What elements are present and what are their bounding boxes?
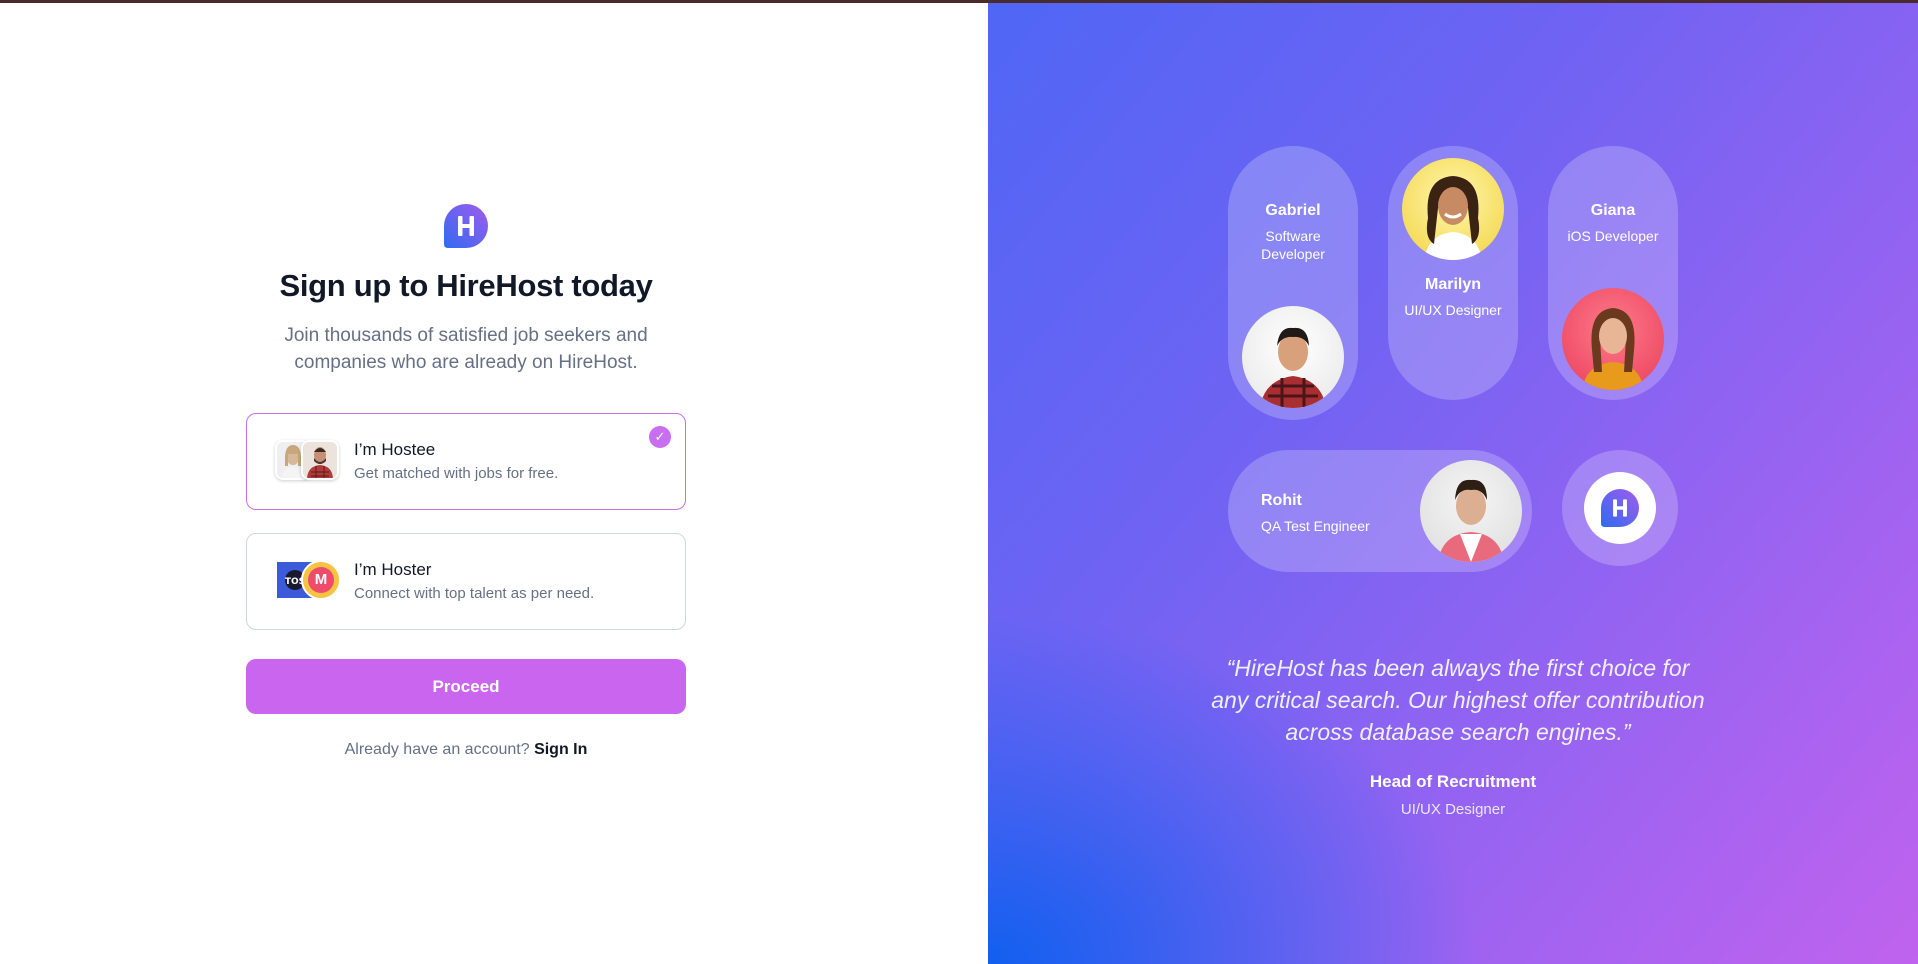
page-subtitle: Join thousands of satisfied job seekers … [284, 325, 648, 373]
hostee-option-title: I’m Hostee [354, 440, 436, 459]
profile-name: Gabriel [1265, 202, 1321, 219]
hoster-avatars: TOS M [275, 560, 345, 604]
profile-card-gabriel: Gabriel Software Developer [1228, 146, 1358, 420]
profile-name: Giana [1590, 202, 1636, 219]
company-logo-icon: M [301, 560, 341, 600]
testimonial-author: Head of Recruitment [1369, 772, 1537, 791]
account-prompt: Already have an account? [344, 741, 530, 758]
testimonial-role: UI/UX Designer [1400, 801, 1506, 818]
profile-card-marilyn: Marilyn UI/UX Designer [1388, 146, 1518, 400]
profile-role: Software Developer [1261, 228, 1325, 262]
signup-panel: Sign up to HireHost today Join thousands… [0, 0, 988, 964]
avatar [1242, 306, 1344, 408]
profile-role: UI/UX Designer [1404, 302, 1502, 318]
profile-card-rohit: Rohit QA Test Engineer [1228, 450, 1532, 572]
hostee-option-description: Get matched with jobs for free. [354, 465, 559, 482]
proceed-button[interactable]: Proceed [246, 659, 686, 714]
profile-role: iOS Developer [1567, 228, 1659, 244]
profile-name: Marilyn [1424, 276, 1481, 293]
sign-in-link[interactable]: Sign In [534, 741, 587, 758]
testimonial-quote: “HireHost has been always the first choi… [1211, 655, 1705, 745]
hirehost-logo-icon [1584, 472, 1656, 544]
profile-role: QA Test Engineer [1261, 518, 1370, 534]
hoster-option-title: I’m Hoster [354, 560, 432, 579]
hostee-avatars [275, 440, 345, 484]
hostee-option[interactable]: I’m Hostee Get matched with jobs for fre… [246, 413, 686, 510]
hoster-option-description: Connect with top talent as per need. [354, 585, 595, 602]
hoster-option[interactable]: TOS M I’m Hoster Connect with top talent… [246, 533, 686, 630]
profile-name: Rohit [1261, 492, 1302, 509]
showcase-panel: Gabriel Software Developer Marilyn UI/UX… [988, 0, 1918, 964]
hirehost-badge [1562, 450, 1678, 566]
page-title: Sign up to HireHost today [279, 268, 653, 303]
avatar [1402, 158, 1504, 260]
top-border [0, 0, 1918, 3]
signin-row: Already have an account? Sign In [0, 741, 932, 759]
profile-card-giana: Giana iOS Developer [1548, 146, 1678, 400]
check-icon: ✓ [649, 426, 671, 448]
hirehost-logo-icon [444, 204, 488, 248]
avatar [1562, 288, 1664, 390]
avatar [1420, 460, 1522, 562]
avatar [301, 440, 339, 480]
